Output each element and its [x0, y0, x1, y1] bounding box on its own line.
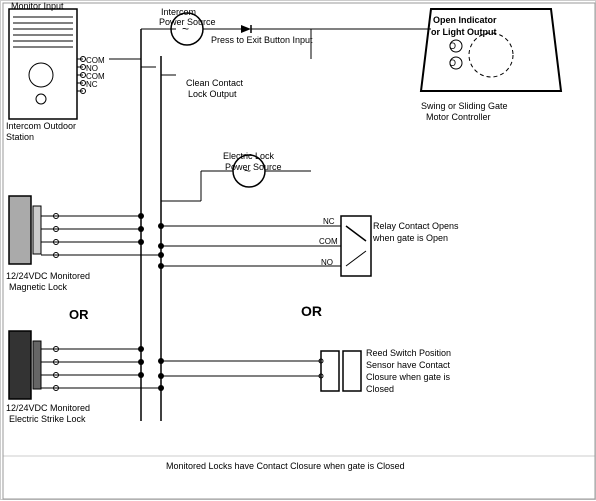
svg-text:Closed: Closed: [366, 384, 394, 394]
svg-text:Electric Lock: Electric Lock: [223, 151, 275, 161]
svg-text:when gate is Open: when gate is Open: [372, 233, 448, 243]
svg-text:NC: NC: [323, 217, 335, 226]
svg-text:COM: COM: [319, 237, 338, 246]
monitor-input-label: Monitor Input: [11, 1, 64, 11]
svg-text:O: O: [449, 41, 456, 51]
svg-text:Press to Exit Button Input: Press to Exit Button Input: [211, 35, 313, 45]
svg-text:Electric Strike Lock: Electric Strike Lock: [9, 414, 86, 424]
svg-text:OR: OR: [69, 307, 89, 322]
svg-text:NO: NO: [321, 258, 333, 267]
svg-text:Intercom: Intercom: [161, 7, 196, 17]
svg-text:Swing or Sliding Gate: Swing or Sliding Gate: [421, 101, 508, 111]
svg-text:O: O: [449, 58, 456, 68]
svg-text:12/24VDC Monitored: 12/24VDC Monitored: [6, 403, 90, 413]
svg-text:Power Source: Power Source: [159, 17, 216, 27]
wiring-diagram: Monitor Input COM NO COM NC Intercom Out…: [0, 0, 596, 500]
svg-text:Clean Contact: Clean Contact: [186, 78, 244, 88]
svg-text:Relay Contact Opens: Relay Contact Opens: [373, 221, 459, 231]
svg-text:Closure when gate is: Closure when gate is: [366, 372, 451, 382]
svg-text:Lock Output: Lock Output: [188, 89, 237, 99]
svg-text:NC: NC: [86, 80, 98, 89]
svg-text:or Light Output: or Light Output: [431, 27, 496, 37]
svg-text:Station: Station: [6, 132, 34, 142]
svg-text:Motor Controller: Motor Controller: [426, 112, 491, 122]
svg-text:Magnetic Lock: Magnetic Lock: [9, 282, 68, 292]
svg-text:Open Indicator: Open Indicator: [433, 15, 497, 25]
svg-text:Sensor have Contact: Sensor have Contact: [366, 360, 451, 370]
svg-text:Reed Switch Position: Reed Switch Position: [366, 348, 451, 358]
svg-text:OR: OR: [301, 303, 322, 319]
intercom-station-label: Intercom Outdoor: [6, 121, 76, 131]
svg-text:12/24VDC Monitored: 12/24VDC Monitored: [6, 271, 90, 281]
svg-text:Monitored Locks have Contact C: Monitored Locks have Contact Closure whe…: [166, 461, 405, 471]
